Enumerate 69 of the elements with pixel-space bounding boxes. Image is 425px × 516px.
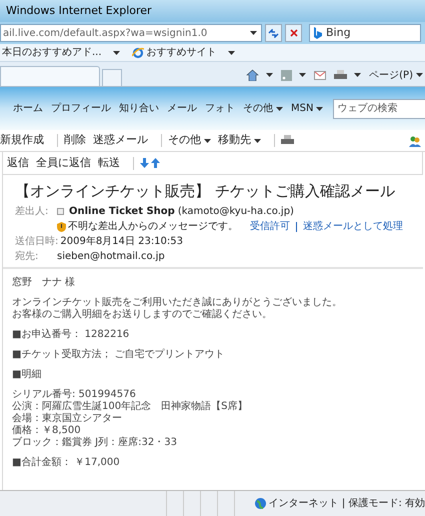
toolbar-button[interactable]: その他 bbox=[168, 132, 211, 149]
body-text-line: シリアル番号: 501994576 bbox=[12, 389, 136, 400]
home-icon[interactable] bbox=[246, 69, 260, 81]
body-text-line: ■チケット受取方法； ご自宅でプリントアウト bbox=[12, 349, 225, 361]
mail-icon[interactable] bbox=[314, 70, 326, 80]
caret-icon bbox=[354, 73, 362, 77]
up-arrow-icon[interactable] bbox=[151, 158, 160, 168]
body-text-line: 会場：東京国立シアター bbox=[12, 413, 122, 424]
close-icon bbox=[290, 29, 298, 37]
toolbar-button[interactable]: 迷惑メール bbox=[93, 132, 148, 149]
caret-icon bbox=[266, 73, 274, 77]
body-text-line: 公演：阿羅広雪生誕100年記念 田神家物語【S席】 bbox=[12, 401, 248, 412]
field-label: 差出人: bbox=[15, 204, 50, 219]
favorites-link[interactable]: 本日のおすすめアド... bbox=[2, 45, 120, 60]
printer-icon[interactable] bbox=[281, 135, 294, 146]
warning-link[interactable]: 受信許可 bbox=[250, 219, 290, 234]
body-text-line: ■合計金額： ￥17,000 bbox=[12, 457, 120, 469]
nav-link[interactable]: MSN bbox=[291, 101, 324, 116]
body-text-line: オンラインチケット販売をご利用いただき誠にありがとうございました。 bbox=[12, 297, 342, 308]
message-subject: 【オンラインチケット販売】 チケットご購入確認メール bbox=[15, 181, 395, 201]
caret-icon bbox=[416, 73, 423, 77]
sender-name: Online Ticket Shop bbox=[69, 205, 175, 219]
page-menu[interactable]: ページ(P) bbox=[369, 68, 423, 82]
body-text-line: 価格：￥8,500 bbox=[12, 425, 81, 436]
sent-date: 2009年8月14日 23:10:53 bbox=[60, 235, 184, 249]
address-field[interactable]: ail.live.com/default.aspx?wa=wsignin1.0 bbox=[0, 24, 262, 42]
caret-icon bbox=[250, 31, 257, 35]
toolbar-button[interactable]: 新規作成 bbox=[0, 132, 44, 149]
refresh-icon bbox=[268, 28, 279, 38]
body-text-line: ■お申込番号： 1282216 bbox=[12, 329, 130, 341]
nav-link[interactable]: その他 bbox=[243, 101, 283, 116]
reply-toolbar-button[interactable]: 転送 bbox=[98, 154, 120, 172]
body-text-line: お客様のご購入明細をお送りしますのでご確認ください。 bbox=[12, 309, 272, 321]
nav-link[interactable]: ホーム bbox=[13, 101, 43, 116]
people-icon[interactable] bbox=[409, 134, 421, 146]
caret-icon bbox=[299, 73, 306, 77]
window-title: Windows Internet Explorer bbox=[6, 2, 152, 19]
bing-logo-icon bbox=[313, 27, 323, 39]
favorites-link[interactable]: おすすめサイト bbox=[132, 45, 235, 60]
warning-text: 不明な差出人からのメッセージです。 bbox=[68, 220, 238, 234]
web-search-field[interactable]: ウェブの検索 bbox=[333, 98, 425, 118]
contact-icon bbox=[57, 208, 64, 215]
ie-logo-icon bbox=[132, 46, 144, 58]
reply-toolbar-button[interactable]: 返信 bbox=[7, 154, 29, 172]
caret-icon bbox=[228, 50, 235, 54]
recipient-address: sieben@hotmail.co.jp bbox=[57, 250, 165, 264]
down-arrow-icon[interactable] bbox=[140, 158, 149, 168]
printer-icon[interactable] bbox=[334, 70, 348, 80]
reply-toolbar-button[interactable]: 全員に返信 bbox=[36, 154, 91, 172]
sender-address: (kamoto@kyu-ha.co.jp) bbox=[178, 205, 294, 219]
body-text-line: ブロック：鑑賞券 J列：座席:32・33 bbox=[12, 437, 177, 449]
field-label: 送信日時: bbox=[15, 234, 58, 249]
nav-link[interactable]: フォト bbox=[205, 101, 235, 116]
search-field[interactable]: Bing bbox=[309, 24, 421, 42]
warning-shield-icon bbox=[57, 222, 66, 232]
toolbar-button[interactable]: 移動先 bbox=[218, 132, 261, 149]
caret-icon bbox=[112, 50, 120, 54]
globe-icon bbox=[254, 498, 266, 509]
nav-link[interactable]: メール bbox=[167, 101, 197, 116]
nav-link[interactable]: プロフィール bbox=[51, 101, 111, 116]
warning-link[interactable]: 迷惑メールとして処理 bbox=[303, 219, 403, 234]
stop-button[interactable] bbox=[285, 24, 302, 42]
toolbar-button[interactable]: 削除 bbox=[64, 132, 86, 149]
refresh-button[interactable] bbox=[265, 24, 282, 42]
body-text-line: ■明細 bbox=[12, 369, 42, 381]
security-zone-text: インターネット | 保護モード: 有効 bbox=[268, 496, 425, 511]
body-text-line: 窓野 ナナ 様 bbox=[12, 277, 76, 289]
nav-link[interactable]: 知り合い bbox=[119, 101, 159, 116]
field-label: 宛先: bbox=[15, 250, 40, 264]
